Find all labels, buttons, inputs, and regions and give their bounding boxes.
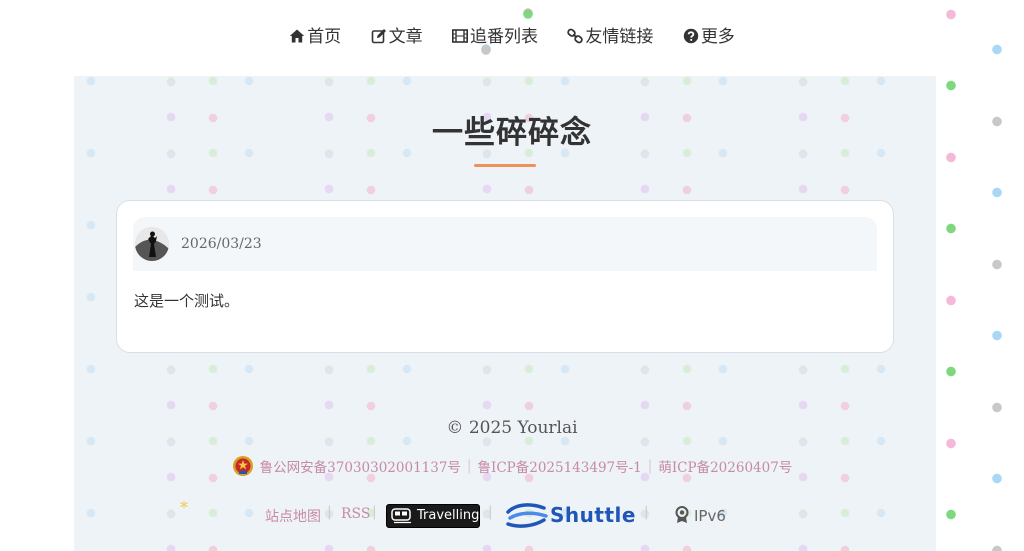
page-title: 一些碎碎念: [432, 115, 592, 151]
icp-beian-link[interactable]: 鲁ICP备2025143497号-1: [477, 460, 641, 476]
divider: |: [488, 504, 493, 520]
post-content: 这是一个测试。: [134, 292, 240, 310]
film-icon: [452, 29, 468, 43]
edit-icon: [371, 29, 386, 44]
shuttle-badge[interactable]: Shuttle: [504, 500, 636, 532]
nav-home[interactable]: 首页: [289, 22, 341, 47]
divider: |: [644, 504, 649, 520]
beian-bar: 鲁公网安备37030302001137号 | 鲁ICP备2025143497号-1 |…: [0, 455, 1024, 477]
nav-articles[interactable]: 文章: [371, 22, 423, 47]
link-icon: [567, 28, 584, 44]
train-icon: [391, 508, 411, 524]
avatar[interactable]: [135, 227, 169, 261]
police-beian-link[interactable]: 鲁公网安备37030302001137号: [260, 460, 461, 476]
title-underline: [474, 164, 536, 167]
divider: |: [327, 504, 332, 520]
post-header: 2026/03/23: [133, 217, 877, 271]
top-nav: 首页 文章 追番列表 友情链接 更多: [0, 22, 1024, 47]
nav-more[interactable]: 更多: [683, 22, 735, 47]
police-badge-icon: [232, 456, 253, 476]
travelling-badge[interactable]: Travelling: [386, 504, 480, 528]
moe-icp-link[interactable]: 萌ICP备20260407号: [658, 460, 792, 476]
divider: |: [372, 504, 377, 520]
home-icon: [289, 29, 305, 43]
copyright: © 2025 Yourlai: [446, 418, 578, 438]
shuttle-logo-icon: [506, 503, 548, 528]
question-circle-icon: [683, 28, 699, 44]
award-icon: [675, 506, 689, 523]
post-card: 2026/03/23 这是一个测试。: [116, 200, 894, 353]
ipv6-badge[interactable]: IPv6: [674, 506, 726, 525]
rss-link[interactable]: RSS: [341, 506, 370, 522]
footer-links: 站点地图 | RSS | Travelling | Shuttle | IPv6: [0, 500, 1024, 530]
sitemap-link[interactable]: 站点地图: [265, 506, 321, 526]
nav-friend-links[interactable]: 友情链接: [567, 22, 653, 47]
post-date: 2026/03/23: [181, 236, 262, 252]
nav-anime-list[interactable]: 追番列表: [452, 22, 538, 47]
